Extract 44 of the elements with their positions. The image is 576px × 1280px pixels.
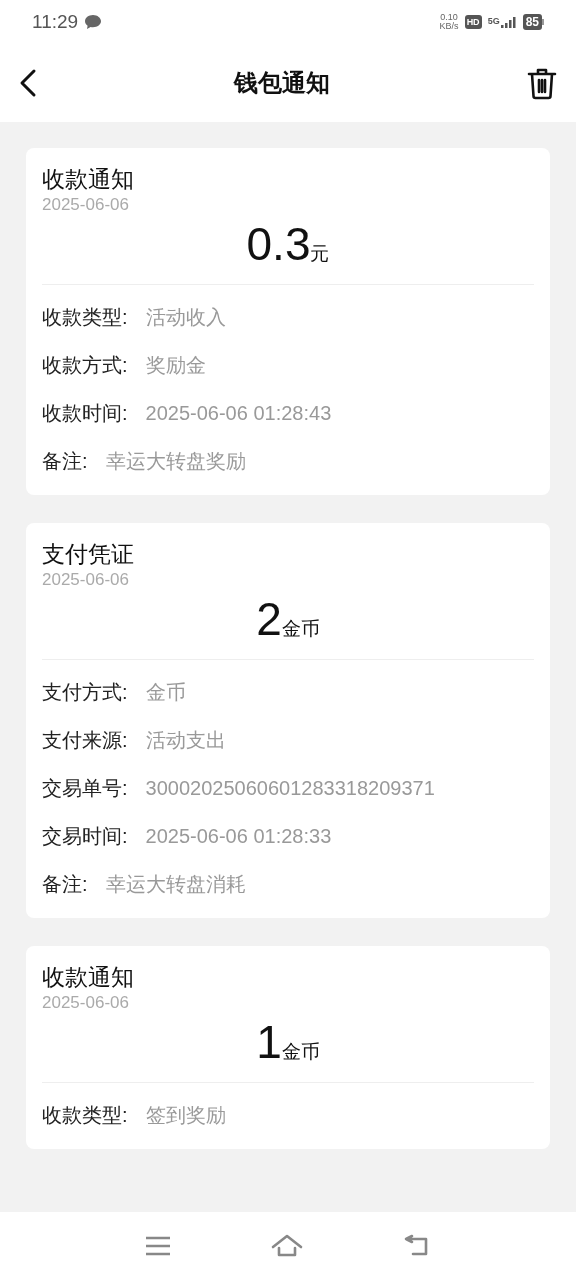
- field-value: 30002025060601283318209371: [145, 776, 435, 801]
- card-date: 2025-06-06: [42, 194, 129, 216]
- card-title: 支付凭证: [42, 540, 134, 569]
- field-label: 收款类型:: [42, 305, 128, 330]
- field-label: 支付来源:: [42, 728, 128, 753]
- field-label: 交易时间:: [42, 824, 128, 849]
- field-label: 备注:: [42, 449, 88, 474]
- network-speed: 0.10 KB/s: [439, 13, 459, 31]
- amount-unit: 金币: [281, 618, 320, 641]
- hd-badge: HD: [464, 15, 482, 29]
- field-value: 签到奖励: [145, 1103, 226, 1128]
- trash-icon[interactable]: [526, 66, 558, 100]
- card-date: 2025-06-06: [42, 992, 129, 1014]
- field-value: 活动收入: [145, 305, 226, 330]
- field-value: 幸运大转盘奖励: [105, 449, 246, 474]
- field-label: 收款方式:: [42, 353, 128, 378]
- field-value: 幸运大转盘消耗: [105, 872, 246, 897]
- field-value: 金币: [145, 680, 186, 705]
- status-time: 11:29: [32, 9, 79, 34]
- message-icon: [84, 14, 103, 30]
- signal-icon: [500, 16, 517, 28]
- field-label: 收款时间:: [42, 401, 128, 426]
- field-value: 2025-06-06 01:28:43: [145, 401, 332, 426]
- field-label: 支付方式:: [42, 680, 128, 705]
- back-icon[interactable]: [18, 68, 38, 98]
- field-label: 交易单号:: [42, 776, 128, 801]
- amount-unit: 元: [310, 242, 330, 266]
- battery-icon: 85: [522, 14, 544, 30]
- field-label: 备注:: [42, 872, 88, 897]
- card-date: 2025-06-06: [42, 569, 129, 591]
- amount-unit: 金币: [281, 1041, 320, 1064]
- card-title: 收款通知: [42, 165, 134, 194]
- amount: 2: [256, 593, 282, 645]
- home-icon[interactable]: [271, 1234, 303, 1258]
- field-value: 2025-06-06 01:28:33: [145, 824, 332, 849]
- field-label: 收款类型:: [42, 1103, 128, 1128]
- card-title: 收款通知: [42, 963, 134, 992]
- field-value: 奖励金: [145, 353, 206, 378]
- network-type: 5G: [487, 16, 500, 26]
- amount: 0.3: [246, 218, 311, 270]
- menu-icon[interactable]: [145, 1236, 171, 1256]
- page-title: 钱包通知: [234, 68, 330, 98]
- field-value: 活动支出: [145, 728, 226, 753]
- amount: 1: [256, 1016, 282, 1068]
